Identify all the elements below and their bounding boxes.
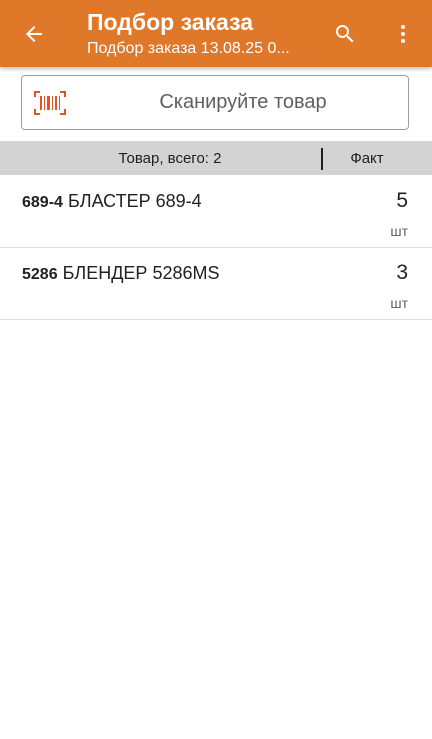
arrow-left-icon	[26, 26, 42, 42]
fact-quantity: 5	[396, 189, 408, 212]
scan-prompt-label: Сканируйте товар	[159, 91, 327, 113]
table-header: Товар, всего: 2 Факт	[0, 141, 432, 175]
scan-product-field[interactable]: Сканируйте товар	[21, 75, 409, 130]
product-code: 689-4	[22, 194, 63, 211]
total-items-header: Товар, всего: 2	[118, 149, 222, 167]
quantity-unit: шт	[390, 295, 408, 311]
search-button[interactable]	[325, 14, 365, 54]
product-name: 689-4 БЛАСТЕР 689-4	[22, 191, 342, 212]
product-title: БЛЕНДЕР 5286MS	[62, 263, 220, 283]
product-name: 5286 БЛЕНДЕР 5286MS	[22, 263, 342, 284]
more-options-button[interactable]	[383, 14, 423, 54]
page-subtitle: Подбор заказа 13.08.25 0...	[87, 40, 290, 57]
fact-quantity: 3	[396, 261, 408, 284]
more-vertical-icon	[401, 25, 405, 43]
barcode-icon	[34, 91, 66, 115]
table-row[interactable]: 5286 БЛЕНДЕР 5286MS 3 шт	[0, 249, 432, 320]
product-code: 5286	[22, 266, 58, 283]
product-title: БЛАСТЕР 689-4	[67, 191, 202, 211]
quantity-unit: шт	[390, 223, 408, 239]
table-row[interactable]: 689-4 БЛАСТЕР 689-4 5 шт	[0, 177, 432, 248]
fact-column-header: Факт	[350, 149, 384, 167]
search-icon	[336, 25, 354, 43]
app-bar: Подбор заказа Подбор заказа 13.08.25 0..…	[0, 0, 432, 67]
screen: Подбор заказа Подбор заказа 13.08.25 0..…	[0, 0, 432, 739]
page-title: Подбор заказа	[87, 9, 253, 35]
back-button[interactable]	[14, 14, 54, 54]
